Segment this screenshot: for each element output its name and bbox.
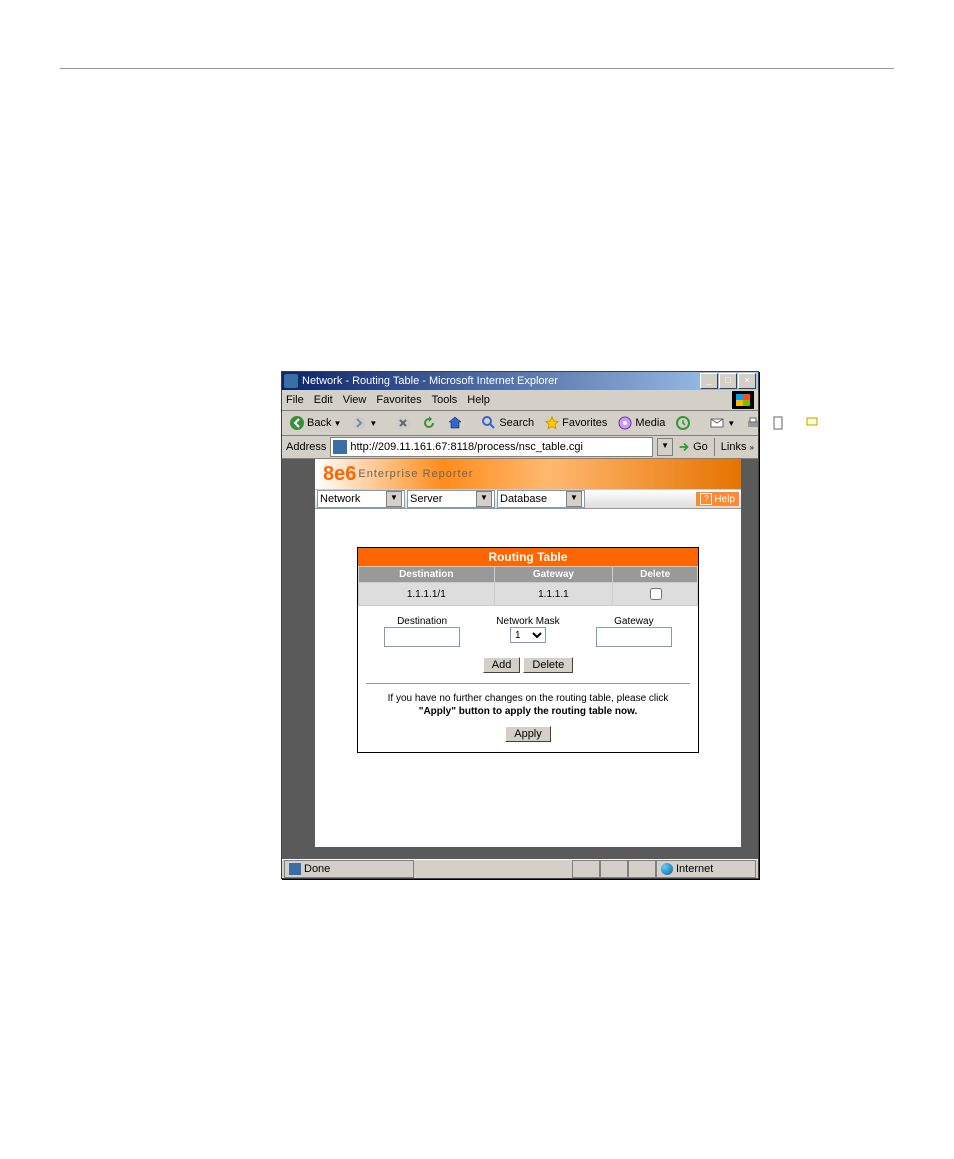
destination-input[interactable] xyxy=(384,627,460,647)
minimize-button[interactable]: _ xyxy=(700,373,718,389)
mask-select[interactable]: 1 xyxy=(510,627,546,643)
favorites-button[interactable]: Favorites xyxy=(541,414,610,432)
ie-icon xyxy=(284,374,298,388)
status-bar: Done Internet xyxy=(282,859,758,878)
col-destination: Destination xyxy=(359,567,495,583)
forward-button[interactable]: ▼ xyxy=(348,414,380,432)
app-navbar: Network▼ Server▼ Database▼ ?Help xyxy=(315,489,741,509)
network-menu[interactable]: Network▼ xyxy=(317,490,405,508)
close-button[interactable]: × xyxy=(738,373,756,389)
stop-button[interactable] xyxy=(392,414,414,432)
print-icon xyxy=(745,415,761,431)
delete-checkbox[interactable] xyxy=(650,588,662,600)
back-button[interactable]: Back ▼ xyxy=(286,414,344,432)
address-label: Address xyxy=(286,441,326,453)
col-gateway: Gateway xyxy=(494,567,613,583)
status-cell xyxy=(600,860,628,878)
server-menu[interactable]: Server▼ xyxy=(407,490,495,508)
mail-button[interactable]: ▼ xyxy=(706,414,738,432)
apply-note: If you have no further changes on the ro… xyxy=(358,684,698,722)
apply-button[interactable]: Apply xyxy=(505,726,551,742)
gateway-input[interactable] xyxy=(596,627,672,647)
database-menu[interactable]: Database▼ xyxy=(497,490,585,508)
favorites-icon xyxy=(544,415,560,431)
menu-file[interactable]: File xyxy=(286,394,304,406)
toolbar: Back ▼ ▼ Search Favorites Media ▼ xyxy=(282,411,758,436)
status-cell xyxy=(628,860,656,878)
page-icon xyxy=(333,440,347,454)
history-icon xyxy=(675,415,691,431)
menu-view[interactable]: View xyxy=(343,394,367,406)
menu-favorites[interactable]: Favorites xyxy=(376,394,421,406)
browser-window: Network - Routing Table - Microsoft Inte… xyxy=(281,371,759,879)
destination-label: Destination xyxy=(384,616,460,627)
routing-table: Destination Gateway Delete 1.1.1.1/1 1.1… xyxy=(358,566,698,606)
home-button[interactable] xyxy=(444,414,466,432)
back-arrow-icon xyxy=(289,415,305,431)
go-icon xyxy=(677,440,691,454)
delete-button[interactable]: Delete xyxy=(523,657,573,673)
dropdown-arrow-icon: ▼ xyxy=(369,419,377,428)
panel-title: Routing Table xyxy=(358,548,698,566)
zone-indicator: Internet xyxy=(656,860,756,878)
cell-gateway: 1.1.1.1 xyxy=(494,583,613,606)
media-icon xyxy=(617,415,633,431)
status-text: Done xyxy=(284,860,414,878)
windows-flag-icon xyxy=(732,391,754,409)
title-bar[interactable]: Network - Routing Table - Microsoft Inte… xyxy=(282,372,758,390)
history-button[interactable] xyxy=(672,414,694,432)
product-banner: 8e6 Enterprise Reporter xyxy=(315,459,741,489)
links-button[interactable]: Links » xyxy=(721,441,754,453)
address-bar: Address http://209.11.161.67:8118/proces… xyxy=(282,436,758,459)
refresh-button[interactable] xyxy=(418,414,440,432)
search-button[interactable]: Search xyxy=(478,414,537,432)
window-title: Network - Routing Table - Microsoft Inte… xyxy=(302,375,700,387)
menu-bar: File Edit View Favorites Tools Help xyxy=(282,390,758,411)
address-input[interactable]: http://209.11.161.67:8118/process/nsc_ta… xyxy=(330,437,653,457)
gateway-label: Gateway xyxy=(596,616,672,627)
help-icon: ? xyxy=(700,493,712,505)
menu-tools[interactable]: Tools xyxy=(432,394,458,406)
discuss-button[interactable] xyxy=(802,414,824,432)
product-name: Enterprise Reporter xyxy=(358,468,473,480)
cell-destination: 1.1.1.1/1 xyxy=(359,583,495,606)
edit-icon xyxy=(771,415,787,431)
add-button[interactable]: Add xyxy=(483,657,521,673)
logo-text: 8e6 xyxy=(323,463,356,486)
help-link[interactable]: ?Help xyxy=(696,492,739,506)
stop-icon xyxy=(395,415,411,431)
search-icon xyxy=(481,415,497,431)
home-icon xyxy=(447,415,463,431)
media-button[interactable]: Media xyxy=(614,414,668,432)
table-row: 1.1.1.1/1 1.1.1.1 xyxy=(359,583,698,606)
discuss-icon xyxy=(805,415,821,431)
mask-label: Network Mask xyxy=(496,616,559,627)
col-delete: Delete xyxy=(613,567,698,583)
globe-icon xyxy=(661,863,673,875)
add-route-form: Destination Network Mask 1 Gateway xyxy=(358,606,698,653)
cell-delete xyxy=(613,583,698,606)
page-icon xyxy=(289,863,301,875)
edit-button[interactable] xyxy=(768,414,790,432)
menu-edit[interactable]: Edit xyxy=(314,394,333,406)
refresh-icon xyxy=(421,415,437,431)
content-area: 8e6 Enterprise Reporter Network▼ Server▼… xyxy=(282,459,758,859)
go-button[interactable]: Go xyxy=(677,440,708,454)
dropdown-arrow-icon: ▼ xyxy=(333,419,341,428)
menu-help[interactable]: Help xyxy=(467,394,490,406)
maximize-button[interactable]: □ xyxy=(719,373,737,389)
status-cell xyxy=(572,860,600,878)
routing-table-panel: Routing Table Destination Gateway Delete… xyxy=(357,547,699,753)
address-dropdown[interactable]: ▼ xyxy=(657,438,673,456)
mail-icon xyxy=(709,415,725,431)
forward-arrow-icon xyxy=(351,415,367,431)
print-button[interactable] xyxy=(742,414,764,432)
